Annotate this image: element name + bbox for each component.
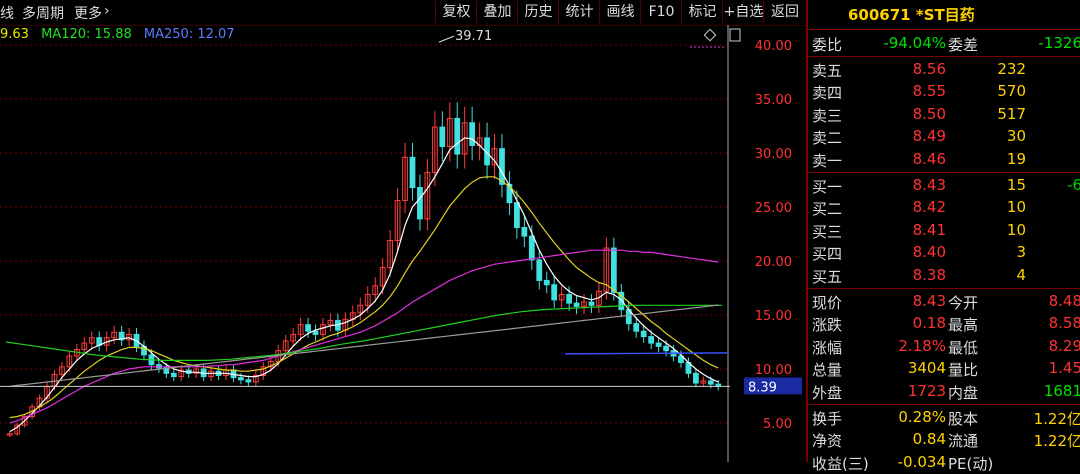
toolbar-button-5[interactable]: F10 xyxy=(640,1,682,23)
sell-row-4: 卖一 8.46 19 xyxy=(812,150,1026,170)
candle-body xyxy=(170,372,177,378)
candle-body xyxy=(454,117,461,155)
sell-row-1: 卖四 8.55 570 xyxy=(812,82,1026,103)
toolbar-button-3[interactable]: 统计 xyxy=(558,1,600,23)
divider xyxy=(808,55,1080,57)
ma120-line xyxy=(5,304,722,361)
sell-row-0: 卖五 8.56 232 xyxy=(812,59,1026,80)
divider xyxy=(808,171,1080,173)
candle-body xyxy=(707,380,714,385)
candle-body xyxy=(245,379,252,383)
candle-body xyxy=(521,227,528,237)
order-ratio-row: 委比 -94.04% 委差 -1326 xyxy=(812,34,1080,54)
candle-body xyxy=(536,259,543,281)
fund-row-0: 换手 0.28% 股本 1.22亿 xyxy=(812,407,1080,428)
candle-body xyxy=(655,342,662,347)
buy-row-1: 买二 8.42 10 xyxy=(812,198,1026,219)
candle-body xyxy=(588,301,595,306)
diamond-icon xyxy=(703,28,717,42)
toolbar-button-7[interactable]: +自选 xyxy=(722,1,764,23)
stock-code: 600671 xyxy=(848,6,911,24)
divider xyxy=(808,403,1080,405)
toolbar-button-2[interactable]: 历史 xyxy=(517,1,559,23)
quote-row-3: 总量 3404 量比 1.45 xyxy=(812,359,1080,380)
candle-body xyxy=(469,122,476,146)
buy-row-2: 买三 8.41 10 xyxy=(812,220,1026,241)
y-tick-label: 35.00 xyxy=(755,93,792,108)
candle-body xyxy=(566,293,572,304)
ma250-line xyxy=(564,352,729,355)
quote-row-1: 涨跌 0.18 最高 8.58 xyxy=(812,314,1080,335)
candle-body xyxy=(640,330,647,338)
ma-yellow-line xyxy=(9,176,719,419)
candle-body xyxy=(663,345,669,352)
candle-body xyxy=(573,302,580,307)
y-tick-label: 25.00 xyxy=(755,201,792,216)
buy-row-4: 买五 8.38 4 xyxy=(812,266,1026,286)
candle-body xyxy=(514,202,520,229)
chart-type-label[interactable]: 线 xyxy=(0,3,14,23)
y-tick-label: 5.00 xyxy=(763,417,792,432)
more-button[interactable]: 更多 xyxy=(74,3,102,23)
chevron-right-icon: › xyxy=(104,3,110,19)
panel-toggle-icon xyxy=(729,28,741,42)
y-tick-label: 40.00 xyxy=(755,39,792,54)
toolbar-button-0[interactable]: 复权 xyxy=(435,1,477,23)
quote-panel: 600671 *ST目药 委比 -94.04% 委差 -1326 卖五 8.56 232 卖四… xyxy=(806,0,1080,473)
quote-row-4: 外盘 1723 内盘 1681 xyxy=(812,382,1080,402)
candle-body xyxy=(409,156,416,189)
kline-chart[interactable]: 40.00 35.00 30.00 25.00 20.00 15.00 10.00 5.00 8… xyxy=(0,25,806,462)
candle-body xyxy=(238,377,244,381)
quote-row-2: 涨幅 2.18% 最低 8.29 xyxy=(812,336,1080,357)
multi-period-button[interactable]: 多周期 xyxy=(22,3,64,23)
fund-row-1: 净资 0.84 流通 1.22亿 xyxy=(812,430,1080,451)
stock-name: *ST目药 xyxy=(915,6,975,24)
candle-body xyxy=(543,279,550,286)
candle-body xyxy=(499,148,505,185)
buy-row-0: 买一 8.43 15 -6 xyxy=(812,175,1080,196)
sell-row-3: 卖二 8.49 30 xyxy=(812,127,1026,148)
candle-body xyxy=(610,247,617,293)
candle-body xyxy=(693,372,699,384)
toolbar: 线 多周期 更多 › 复权 叠加 历史 统计 画线 F10 标记 +自选 返回 xyxy=(0,0,806,26)
candle-body xyxy=(633,323,640,332)
stock-title: 600671 *ST目药 xyxy=(808,0,1080,30)
divider xyxy=(808,287,1080,289)
y-tick-label: 15.00 xyxy=(755,309,792,324)
buy-row-3: 买四 8.40 3 xyxy=(812,243,1026,264)
current-price-tag: 8.39 xyxy=(748,380,777,395)
candle-body xyxy=(648,336,655,344)
high-marker-pointer xyxy=(438,35,455,43)
sell-row-2: 卖三 8.50 517 xyxy=(812,104,1026,125)
candle-body xyxy=(305,324,311,332)
toolbar-button-6[interactable]: 标记 xyxy=(681,1,723,23)
high-marker-label: 39.71 xyxy=(455,29,492,44)
y-tick-label: 30.00 xyxy=(755,147,792,162)
candle-body xyxy=(312,330,319,335)
toolbar-button-8[interactable]: 返回 xyxy=(763,1,806,23)
candle-body xyxy=(417,187,423,220)
toolbar-button-1[interactable]: 叠加 xyxy=(476,1,518,23)
long-ma-line xyxy=(9,304,719,387)
fund-row-2: 收益(三) -0.034 PE(动) xyxy=(812,452,994,473)
candle-body xyxy=(439,126,446,148)
toolbar-button-4[interactable]: 画线 xyxy=(599,1,641,23)
candle-body xyxy=(551,284,558,301)
candle-body xyxy=(528,235,535,261)
y-tick-label: 20.00 xyxy=(755,255,792,270)
quote-row-0: 现价 8.43 今开 8.48 xyxy=(812,291,1080,312)
y-tick-label: 10.00 xyxy=(755,363,792,378)
